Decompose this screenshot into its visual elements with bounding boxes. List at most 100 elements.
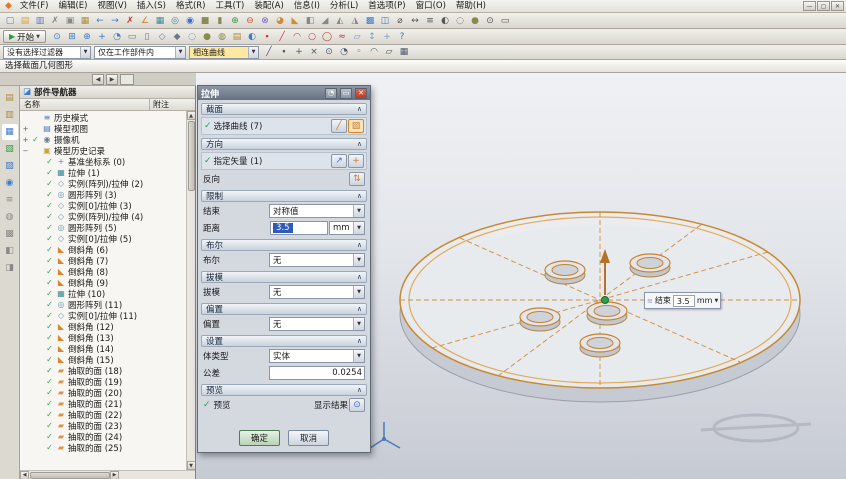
tree-row[interactable]: + ✓ ◉ 摄像机: [20, 134, 186, 145]
tree-row[interactable]: ✓ + 基准坐标系 (0): [20, 156, 186, 167]
web-browser-icon[interactable]: ◉: [2, 175, 18, 191]
checkbox-icon[interactable]: ✓: [45, 443, 54, 452]
preview-checkbox[interactable]: ✓: [203, 400, 211, 410]
measure-icon[interactable]: ⌀: [393, 14, 407, 27]
tree-row[interactable]: ✓ ◎ 圆形阵列 (3): [20, 189, 186, 200]
help-icon[interactable]: ?: [395, 30, 409, 43]
undo-icon[interactable]: ←: [93, 14, 107, 27]
shell-icon[interactable]: ◧: [303, 14, 317, 27]
snap-point-on-face-icon[interactable]: ▱: [382, 46, 396, 59]
checkbox-icon[interactable]: ✓: [45, 223, 54, 232]
tab-scroll-right-icon[interactable]: ▶: [106, 74, 118, 85]
tree-row[interactable]: − ▣ 模型历史记录: [20, 145, 186, 156]
fit-view-icon[interactable]: ⊙: [483, 14, 497, 27]
menu-item[interactable]: 工具(T): [211, 0, 250, 12]
snap-control-point-icon[interactable]: +: [292, 46, 306, 59]
wireframe-mode-icon[interactable]: ◌: [185, 30, 199, 43]
part-navigator-icon[interactable]: ▦: [2, 124, 18, 140]
system-materials-icon[interactable]: ◍: [2, 209, 18, 225]
hd3d-tools-icon[interactable]: ▨: [2, 158, 18, 174]
tree-row[interactable]: ✓ ▰ 抽取的面 (24): [20, 431, 186, 442]
dialog-float-icon[interactable]: ▭: [340, 88, 352, 99]
studio-shaded-icon[interactable]: ◍: [215, 30, 229, 43]
intersect-icon[interactable]: ⊗: [258, 14, 272, 27]
tree-row[interactable]: ✓ ▰ 抽取的面 (22): [20, 409, 186, 420]
tree-row[interactable]: ✓ ◣ 倒斜角 (15): [20, 354, 186, 365]
sketch-icon[interactable]: ∠: [138, 14, 152, 27]
checkbox-icon[interactable]: ✓: [45, 388, 54, 397]
ellipse-icon[interactable]: ◯: [320, 30, 334, 43]
draft-icon[interactable]: ◢: [318, 14, 332, 27]
trimetric-view-icon[interactable]: ◆: [170, 30, 184, 43]
assembly-navigator-icon[interactable]: ▤: [2, 90, 18, 106]
ok-button[interactable]: 确定: [239, 430, 280, 446]
tree-row[interactable]: ✓ ◎ 圆形阵列 (11): [20, 299, 186, 310]
column-name[interactable]: 名称: [20, 99, 150, 110]
block-icon[interactable]: ■: [198, 14, 212, 27]
menu-item[interactable]: 文件(F): [15, 0, 54, 12]
checkbox-icon[interactable]: ✓: [45, 267, 54, 276]
checkbox-icon[interactable]: ✓: [45, 300, 54, 309]
section-group-header[interactable]: 截面 ∧: [201, 103, 367, 115]
tree-row[interactable]: ✓ ▰ 抽取的面 (18): [20, 365, 186, 376]
section-view-icon[interactable]: ◐: [438, 14, 452, 27]
curve-rule-combo[interactable]: 相连曲线▼: [189, 46, 259, 59]
snap-grid-icon[interactable]: ▦: [397, 46, 411, 59]
subtract-icon[interactable]: ⊖: [243, 14, 257, 27]
vector-dialog-button[interactable]: ↗: [331, 154, 347, 168]
checkbox-icon[interactable]: ✓: [45, 256, 54, 265]
onscreen-distance-input[interactable]: ≡ 结束 3.5 mm ▼: [644, 292, 721, 309]
scroll-right-icon[interactable]: ▶: [110, 471, 119, 479]
rotate-view-icon[interactable]: ◔: [110, 30, 124, 43]
vertical-scrollbar[interactable]: ▲ ▼: [186, 111, 195, 470]
move-object-icon[interactable]: ↔: [408, 14, 422, 27]
checkbox-icon[interactable]: ✓: [45, 344, 54, 353]
tree-row[interactable]: ✓ ◇ 实例(阵列)/拉伸 (2): [20, 178, 186, 189]
checkbox-icon[interactable]: ✓: [45, 190, 54, 199]
fit-window-icon[interactable]: ⊞: [65, 30, 79, 43]
type-filter-combo[interactable]: 没有选择过滤器▼: [3, 46, 91, 59]
menu-item[interactable]: 首选项(P): [363, 0, 410, 12]
tree-row[interactable]: ✓ ▦ 拉伸 (1): [20, 167, 186, 178]
checkbox-icon[interactable]: ✓: [45, 245, 54, 254]
tree-row[interactable]: ✓ ▰ 抽取的面 (25): [20, 442, 186, 453]
new-icon[interactable]: ▢: [3, 14, 17, 27]
circle-icon[interactable]: ○: [305, 30, 319, 43]
snap-end-point-icon[interactable]: ╱: [262, 46, 276, 59]
tree-row[interactable]: ✓ ◇ 实例[0]/拉伸 (5): [20, 233, 186, 244]
settings-group-header[interactable]: 设置 ∧: [201, 335, 367, 347]
menu-item[interactable]: 编辑(E): [53, 0, 92, 12]
layer-settings-icon[interactable]: ▤: [230, 30, 244, 43]
menu-item[interactable]: 格式(R): [171, 0, 211, 12]
snap-intersection-icon[interactable]: ×: [307, 46, 321, 59]
tab-stub[interactable]: [120, 74, 134, 85]
constraint-navigator-icon[interactable]: ▥: [2, 107, 18, 123]
shaded-mode-icon[interactable]: ●: [200, 30, 214, 43]
tree-row[interactable]: ≡ 历史模式: [20, 112, 186, 123]
select-curve-row[interactable]: ✓ 选择曲线 (7) ╱ ▨: [201, 117, 367, 135]
snap-quadrant-icon[interactable]: ◔: [337, 46, 351, 59]
system-scene-icon[interactable]: ◨: [2, 260, 18, 276]
tolerance-input[interactable]: 0.0254: [269, 366, 365, 380]
tree-row[interactable]: ✓ ◣ 倒斜角 (9): [20, 277, 186, 288]
tree-row[interactable]: ✓ ▦ 拉伸 (10): [20, 288, 186, 299]
datum-plane-icon[interactable]: ▱: [350, 30, 364, 43]
show-hide-icon[interactable]: ◐: [245, 30, 259, 43]
limits-group-header[interactable]: 限制 ∧: [201, 190, 367, 202]
refresh-icon[interactable]: ⊙: [50, 30, 64, 43]
checkbox-icon[interactable]: ✓: [45, 179, 54, 188]
draft-group-header[interactable]: 拔模 ∧: [201, 271, 367, 283]
scrollbar-thumb[interactable]: [30, 472, 110, 479]
close-icon[interactable]: ✕: [831, 1, 844, 11]
show-result-button[interactable]: ⊙: [349, 398, 365, 412]
tree-row[interactable]: ✓ ▰ 抽取的面 (19): [20, 376, 186, 387]
pattern-feature-icon[interactable]: ▩: [363, 14, 377, 27]
tree-row[interactable]: ✓ ◣ 倒斜角 (14): [20, 343, 186, 354]
copy-icon[interactable]: ▣: [63, 14, 77, 27]
checkbox-icon[interactable]: ✓: [45, 377, 54, 386]
arc-icon[interactable]: ◠: [290, 30, 304, 43]
horizontal-scrollbar[interactable]: ◀ ▶: [20, 470, 195, 479]
direction-group-header[interactable]: 方向 ∧: [201, 138, 367, 150]
tree-row[interactable]: ✓ ◎ 圆形阵列 (5): [20, 222, 186, 233]
edge-blend-icon[interactable]: ◕: [273, 14, 287, 27]
